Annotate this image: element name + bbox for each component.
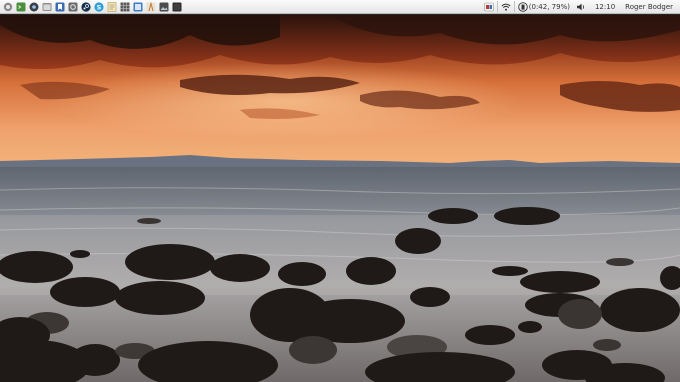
battery-status-text: (0:42, 79%) <box>528 2 570 11</box>
settings-icon[interactable] <box>68 2 78 12</box>
sunset-seascape-image <box>0 15 680 382</box>
file-manager-icon[interactable] <box>42 2 52 12</box>
presentation-icon[interactable] <box>146 1 156 12</box>
battery-icon <box>518 1 528 12</box>
tray-separator <box>513 1 515 12</box>
svg-text:S: S <box>97 3 102 11</box>
text-editor-icon[interactable] <box>107 1 117 12</box>
terminal-icon[interactable] <box>16 2 26 12</box>
chromium-icon[interactable] <box>29 2 39 12</box>
document-icon[interactable] <box>133 2 143 12</box>
user-menu[interactable]: Roger Bodger <box>625 3 673 11</box>
top-panel: S (0:42, 79%) 12:10 Roger Bodger <box>0 0 680 14</box>
spreadsheet-icon[interactable] <box>120 2 130 12</box>
app-menu-icon[interactable] <box>3 2 13 12</box>
skype-icon[interactable]: S <box>94 1 104 12</box>
wifi-icon[interactable] <box>501 2 511 12</box>
tray-separator <box>496 1 498 12</box>
steam-icon[interactable] <box>81 1 91 12</box>
monitor-icon[interactable] <box>172 2 182 12</box>
bookmark-icon[interactable] <box>55 2 65 12</box>
image-viewer-icon[interactable] <box>159 2 169 12</box>
volume-icon[interactable] <box>576 2 586 12</box>
launcher-bar: S <box>0 1 182 12</box>
clock[interactable]: 12:10 <box>595 3 615 11</box>
desktop-wallpaper[interactable] <box>0 15 680 382</box>
network-status-icon[interactable] <box>483 2 494 12</box>
battery-indicator[interactable]: (0:42, 79%) <box>518 1 570 12</box>
system-tray: (0:42, 79%) 12:10 Roger Bodger <box>483 0 680 14</box>
